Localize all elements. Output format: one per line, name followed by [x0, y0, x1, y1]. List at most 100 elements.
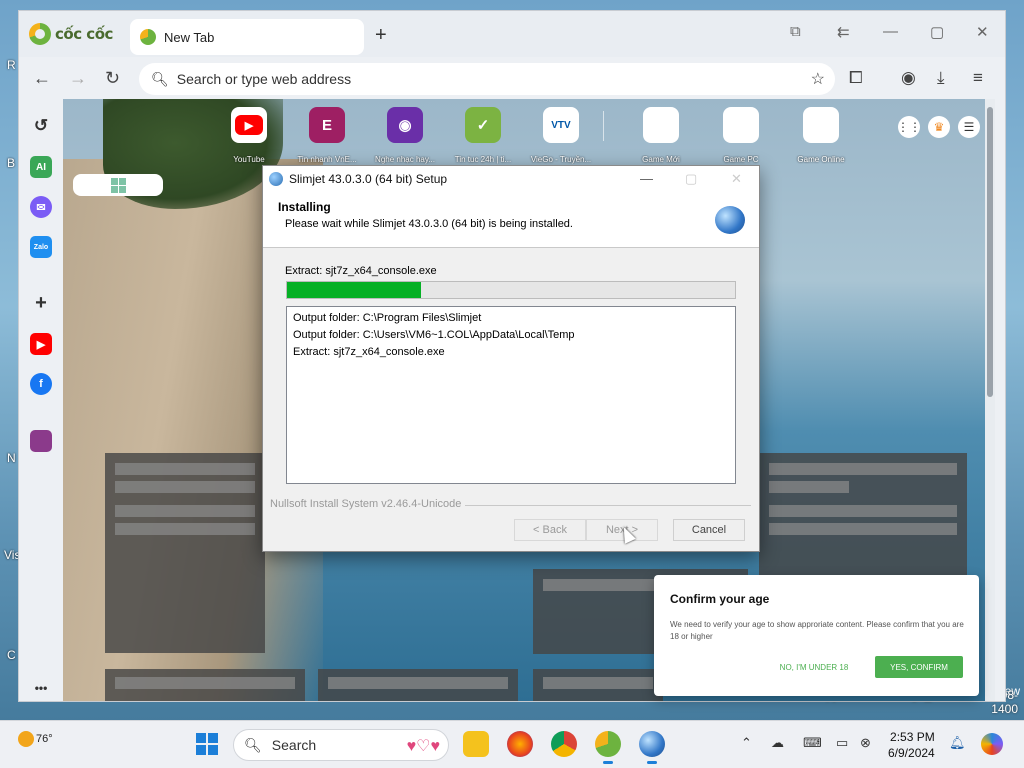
nav-bar: ← → ↻ 🔍︎ Search or type web address ☆ ⧠ … [19, 59, 1005, 99]
taskbar-search-label: Search [271, 737, 317, 753]
installer-app-icon [269, 172, 283, 186]
keyboard-icon[interactable]: ⌨ [803, 735, 822, 751]
placeholder-card [533, 669, 663, 701]
start-button[interactable] [196, 733, 218, 755]
menu-icon[interactable]: ≡ [973, 67, 983, 89]
speed-dial-music[interactable]: ◉ Nghe nhạc hay... [365, 107, 445, 164]
taskbar: 76° 🔍︎ Search ♥♡♥ ⌃ ☁ ⌨ ▭ ⊗ 2:53 PM 6/9/… [0, 720, 1024, 768]
speed-dial-game-pc[interactable]: Game PC [701, 107, 781, 164]
desktop-char: C [7, 648, 16, 662]
new-tab-button[interactable]: + [375, 25, 387, 45]
screen-icon[interactable]: ▭ [836, 735, 848, 751]
network-icon[interactable]: ⊗ [860, 735, 871, 751]
scrollbar-thumb[interactable] [987, 107, 993, 397]
close-button[interactable]: ✕ [976, 23, 989, 41]
vtv-icon: VTV [543, 107, 579, 143]
copilot-icon[interactable] [981, 733, 1003, 755]
coccoc-logo[interactable]: cốc cốc [29, 23, 113, 45]
age-popup-title: Confirm your age [670, 592, 770, 606]
clock-time: 2:53 PM [890, 730, 935, 744]
coccoc-icon [29, 23, 51, 45]
globe-icon [715, 206, 745, 234]
crown-icon[interactable]: ♛ [928, 116, 950, 138]
installer-dialog: Slimjet 43.0.3.0 (64 bit) Setup — ▢ ✕ In… [262, 165, 760, 552]
profile-icon[interactable]: ◉ [901, 67, 916, 89]
installer-minimize-button[interactable]: — [640, 171, 653, 186]
customize-icon[interactable]: ☰ [958, 116, 980, 138]
clock-date: 6/9/2024 [888, 746, 935, 760]
speed-dial-game-online[interactable]: Game Online [781, 107, 861, 164]
log-line: Extract: sjt7z_x64_console.exe [293, 346, 445, 358]
maximize-button[interactable]: ▢ [930, 23, 944, 41]
installer-close-button[interactable]: ✕ [731, 171, 742, 187]
installer-maximize-button[interactable]: ▢ [685, 171, 697, 187]
coccoc-taskbar-icon[interactable] [595, 731, 621, 764]
install-progress-bar [286, 281, 736, 299]
youtube-icon: ▶ [231, 107, 267, 143]
tab-title: New Tab [164, 29, 215, 45]
more-icon[interactable]: ••• [30, 677, 52, 699]
minimize-button[interactable]: — [883, 23, 898, 40]
desktop-char: R [7, 58, 16, 72]
tab-bar: cốc cốc New Tab + ⧉ ⇇ — ▢ ✕ [19, 11, 1005, 57]
tab-new-tab[interactable]: New Tab [130, 19, 364, 55]
installer-taskbar-icon[interactable] [639, 731, 665, 764]
windows-logo-icon [110, 177, 126, 193]
speed-dial-youtube[interactable]: ▶ YouTube [209, 107, 289, 164]
show-hidden-icons-icon[interactable]: ⌃ [741, 735, 752, 751]
zalo-icon[interactable]: Zalo [30, 236, 52, 258]
weather-widget[interactable]: 76° [18, 731, 53, 747]
vnexpress-icon: E [309, 107, 345, 143]
back-button[interactable]: ← [33, 67, 51, 89]
reload-button[interactable]: ↻ [105, 67, 120, 89]
cancel-button[interactable]: Cancel [673, 519, 745, 541]
messenger-icon[interactable]: ✉ [30, 196, 52, 218]
chrome-icon[interactable] [551, 731, 577, 757]
youtube-sidebar-icon[interactable]: ▶ [30, 333, 52, 355]
firefox-icon[interactable] [507, 731, 533, 757]
download-icon[interactable]: ⤓ [937, 67, 945, 89]
file-explorer-icon[interactable] [463, 731, 489, 757]
history-icon[interactable]: ↺ [30, 115, 52, 137]
coccoc-tab-icon [140, 29, 156, 45]
back-button[interactable]: < Back [514, 519, 586, 541]
desktop-char: B [7, 156, 16, 170]
sun-icon [18, 731, 34, 747]
age-confirm-popup: Confirm your age We need to verify your … [654, 575, 979, 696]
install-log[interactable]: Output folder: C:\Program Files\Slimjet … [286, 306, 736, 484]
search-icon: 🔍︎ [151, 70, 169, 87]
address-bar[interactable]: 🔍︎ Search or type web address ☆ [139, 63, 835, 95]
apps-grid-icon[interactable]: ⋮⋮ [897, 116, 921, 138]
temperature: 76° [36, 733, 53, 745]
speed-dial-news[interactable]: ✓ Tin tuc 24h | ti... [443, 107, 523, 164]
extensions-icon[interactable]: ⧠ [849, 67, 863, 89]
speed-dial-viego[interactable]: VTV VieGo - Truyền... [521, 107, 601, 164]
facebook-icon[interactable]: f [30, 373, 52, 395]
log-line: Output folder: C:\Users\VM6~1.COL\AppDat… [293, 329, 575, 341]
screenshot-icon[interactable]: ⧉ [790, 23, 801, 40]
music-icon: ◉ [387, 107, 423, 143]
under-18-button[interactable]: NO, I'M UNDER 18 [774, 656, 854, 678]
speed-dial-vnexpress[interactable]: E Tin nhanh VnE... [287, 107, 367, 164]
bookmark-star-icon[interactable]: ☆ [811, 69, 825, 89]
installer-header: Installing Please wait while Slimjet 43.… [263, 192, 759, 248]
confirm-age-button[interactable]: YES, CONFIRM [875, 656, 963, 678]
installer-heading: Installing [278, 200, 331, 214]
sidebar-toggle-icon[interactable]: ⇇ [837, 23, 850, 41]
placeholder-card [105, 669, 305, 701]
cloud-offline-icon[interactable]: ☁ [771, 735, 784, 751]
speed-dial-game-moi[interactable]: Game Mới [621, 107, 701, 164]
avatar[interactable] [30, 430, 52, 452]
install-progress-fill [287, 282, 422, 298]
left-sidebar: ↺ AI ✉ Zalo + ▶ f ••• [19, 99, 63, 701]
notification-bell-icon[interactable]: 🔔︎ [949, 735, 966, 751]
taskbar-search[interactable]: 🔍︎ Search ♥♡♥ [233, 729, 449, 761]
ai-icon[interactable]: AI [30, 156, 52, 178]
page-scrollbar[interactable] [985, 99, 995, 701]
add-app-icon[interactable]: + [30, 292, 52, 314]
installer-subheading: Please wait while Slimjet 43.0.3.0 (64 b… [285, 218, 573, 230]
windows-shortcut-pill[interactable] [73, 174, 163, 196]
forward-button[interactable]: → [69, 67, 87, 89]
clock[interactable]: 2:53 PM 6/9/2024 [888, 729, 935, 761]
installer-titlebar: Slimjet 43.0.3.0 (64 bit) Setup — ▢ ✕ [263, 166, 759, 192]
